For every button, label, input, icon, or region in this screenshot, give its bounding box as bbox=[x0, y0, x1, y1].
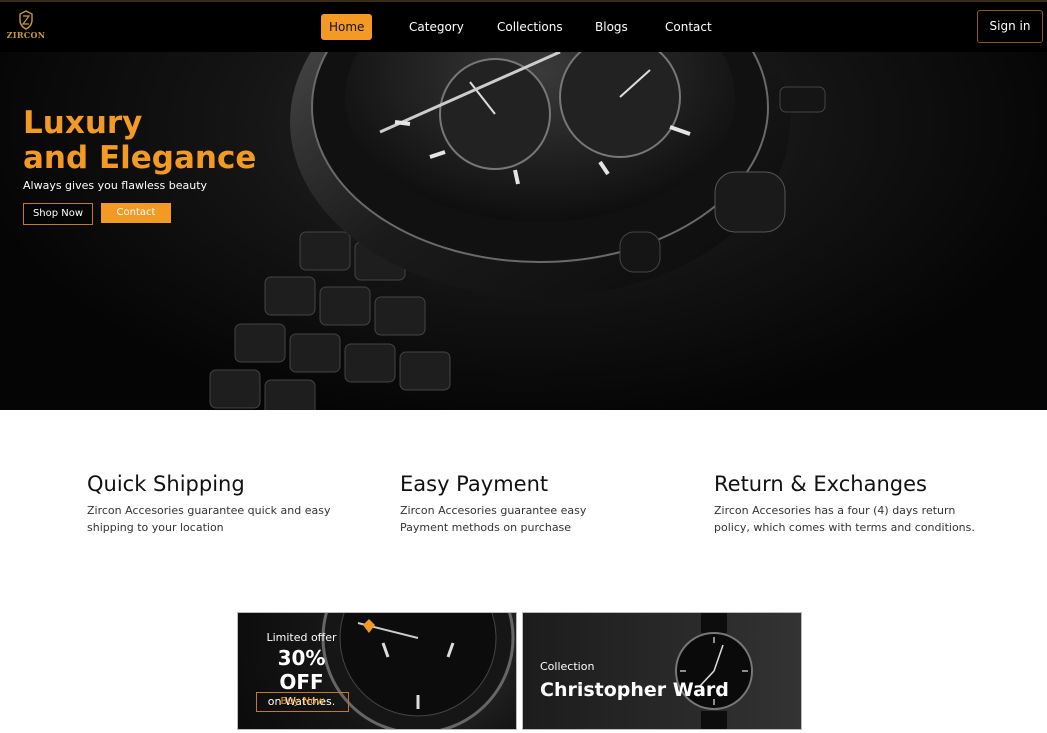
buy-now-button[interactable]: Buy Now bbox=[256, 692, 349, 712]
hero-banner: Luxury and Elegance Always gives you fla… bbox=[0, 52, 1047, 410]
shop-now-button[interactable]: Shop Now bbox=[23, 203, 93, 225]
feature-title: Easy Payment bbox=[400, 472, 549, 496]
collection-label: Collection bbox=[540, 660, 595, 673]
nav-collections[interactable]: Collections bbox=[497, 14, 563, 40]
signin-button[interactable]: Sign in bbox=[977, 10, 1043, 43]
hero-title: Luxury and Elegance bbox=[23, 106, 256, 176]
brand-logo[interactable]: ZIRCON bbox=[6, 10, 46, 46]
crest-icon bbox=[19, 10, 33, 30]
nav-contact[interactable]: Contact bbox=[665, 14, 712, 40]
offer-big: 30% OFF bbox=[277, 646, 326, 694]
logo-text: ZIRCON bbox=[6, 30, 46, 40]
hero-title-line1: Luxury bbox=[23, 105, 143, 141]
nav-blogs[interactable]: Blogs bbox=[595, 14, 628, 40]
top-navbar: ZIRCON Home Category Collections Blogs C… bbox=[0, 0, 1047, 52]
nav-home[interactable]: Home bbox=[321, 14, 373, 40]
offer-small: Limited offer bbox=[266, 631, 337, 644]
feature-return-exchanges: Return & Exchanges Zircon Accesories has… bbox=[714, 470, 1014, 536]
hero-title-line2: and Elegance bbox=[23, 140, 257, 176]
feature-text: Zircon Accesories has a four (4) days re… bbox=[714, 504, 975, 534]
nav-category[interactable]: Category bbox=[409, 14, 464, 40]
feature-title: Return & Exchanges bbox=[714, 472, 927, 496]
collection-title: Christopher Ward bbox=[540, 679, 729, 701]
feature-title: Quick Shipping bbox=[87, 472, 245, 496]
contact-button[interactable]: Contact bbox=[101, 203, 171, 223]
hero-subtitle: Always gives you flawless beauty bbox=[23, 179, 208, 192]
feature-text: Zircon Accesories guarantee easy Payment… bbox=[400, 504, 587, 534]
feature-quick-shipping: Quick Shipping Zircon Accesories guarant… bbox=[87, 470, 387, 536]
feature-text: Zircon Accesories guarantee quick and ea… bbox=[87, 504, 331, 534]
offer-card[interactable]: Limited offer 30% OFF on Watches. Buy No… bbox=[237, 612, 517, 730]
collection-card[interactable]: Collection Christopher Ward bbox=[522, 612, 802, 730]
feature-easy-payment: Easy Payment Zircon Accesories guarantee… bbox=[400, 470, 700, 536]
